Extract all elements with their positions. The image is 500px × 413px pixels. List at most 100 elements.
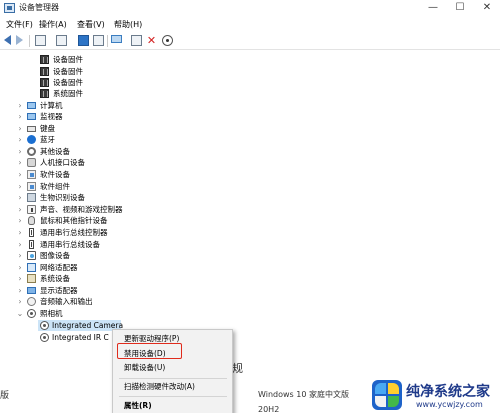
tree-category-label: 计算机	[40, 101, 63, 110]
tree-category-audio-io[interactable]: › 音频输入和输出	[0, 296, 200, 307]
forward-icon[interactable]	[16, 35, 23, 45]
tree-category-keyboards[interactable]: › 键盘	[0, 123, 200, 134]
watermark: 纯净系统之家 www.ycwjzy.com	[370, 378, 500, 413]
properties-icon[interactable]	[35, 35, 46, 46]
firmware-icon	[40, 89, 49, 98]
window-title: 设备管理器	[19, 3, 59, 12]
uninstall-icon[interactable]: ✕	[146, 35, 157, 46]
tree-category-system-devices[interactable]: › 系统设备	[0, 273, 200, 284]
device-tree: 设备固件 设备固件 设备固件 系统固件 › 计算机 › 监视器 › 键盘 › 蓝…	[0, 50, 500, 413]
tree-category-biometric[interactable]: › 生物识别设备	[0, 192, 200, 203]
highlight-box	[117, 343, 182, 359]
tree-category-label: 显示适配器	[40, 286, 78, 295]
mouse-icon	[28, 216, 35, 225]
menu-item-properties[interactable]: 属性(R)	[113, 399, 232, 413]
tree-category-label: 人机接口设备	[40, 158, 85, 167]
chevron-right-icon[interactable]: ›	[16, 123, 24, 134]
tree-category-sound-video-game[interactable]: › 声音、视频和游戏控制器	[0, 204, 200, 215]
firmware-icon	[40, 78, 49, 87]
tree-item-firmware[interactable]: 设备固件	[0, 66, 200, 77]
tree-category-software-components[interactable]: › 软件组件	[0, 181, 200, 192]
hid-icon	[27, 158, 36, 167]
chevron-right-icon[interactable]: ›	[16, 239, 24, 250]
toolbar: ✕	[0, 32, 500, 50]
watermark-logo-icon	[372, 380, 402, 410]
camera-icon	[40, 321, 49, 330]
chevron-right-icon[interactable]: ›	[16, 285, 24, 296]
menu-help[interactable]: 帮助(H)	[114, 19, 142, 30]
tree-item-integrated-ir-camera[interactable]: Integrated IR C	[38, 332, 121, 343]
tree-category-label: 软件组件	[40, 182, 70, 191]
help-icon[interactable]	[78, 35, 89, 46]
menu-item-scan-hardware[interactable]: 扫描检测硬件改动(A)	[113, 380, 232, 394]
camera-icon	[40, 333, 49, 342]
tree-item-integrated-camera[interactable]: Integrated Camera	[38, 320, 123, 331]
title-bar: 设备管理器 — ☐ ✕	[0, 0, 500, 17]
toolbar-separator	[29, 35, 30, 47]
software-device-icon	[27, 170, 36, 179]
tree-item-system-firmware[interactable]: 系统固件	[0, 88, 200, 99]
back-icon[interactable]	[4, 35, 11, 45]
tree-category-hid[interactable]: › 人机接口设备	[0, 157, 200, 168]
tree-category-mice[interactable]: › 鼠标和其他指针设备	[0, 215, 200, 226]
menu-view[interactable]: 查看(V)	[77, 19, 105, 30]
imaging-device-icon	[27, 251, 36, 260]
keyboard-icon	[27, 126, 36, 132]
chevron-right-icon[interactable]: ›	[16, 134, 24, 145]
firmware-icon	[40, 67, 49, 76]
menu-item-uninstall-device[interactable]: 卸载设备(U)	[113, 361, 232, 375]
tree-category-usb-devices[interactable]: › 通用串行总线设备	[0, 239, 200, 250]
chevron-right-icon[interactable]: ›	[16, 169, 24, 180]
minimize-button[interactable]: —	[420, 0, 446, 15]
scan-monitor-icon[interactable]	[111, 35, 122, 43]
menu-file[interactable]: 文件(F)	[6, 19, 33, 30]
tree-category-display-adapters[interactable]: › 显示适配器	[0, 285, 200, 296]
chevron-down-icon[interactable]: ⌄	[16, 308, 24, 319]
details-icon[interactable]	[93, 35, 104, 46]
bluetooth-icon	[27, 135, 36, 144]
update-driver-icon[interactable]	[131, 35, 142, 46]
tree-category-network[interactable]: › 网络适配器	[0, 262, 200, 273]
chevron-right-icon[interactable]: ›	[16, 250, 24, 261]
chevron-right-icon[interactable]: ›	[16, 273, 24, 284]
tree-category-monitors[interactable]: › 监视器	[0, 111, 200, 122]
chevron-right-icon[interactable]: ›	[16, 262, 24, 273]
chevron-right-icon[interactable]: ›	[16, 100, 24, 111]
tree-category-label: 通用串行总线控制器	[40, 228, 108, 237]
tree-item-label: Integrated IR C	[52, 333, 109, 342]
chevron-right-icon[interactable]: ›	[16, 204, 24, 215]
system-device-icon	[27, 274, 36, 283]
tree-category-label: 鼠标和其他指针设备	[40, 216, 108, 225]
tree-item-label: 设备固件	[53, 55, 83, 64]
chevron-right-icon[interactable]: ›	[16, 215, 24, 226]
menu-action[interactable]: 操作(A)	[39, 19, 67, 30]
background-windows-edition: Windows 10 家庭中文版	[258, 390, 349, 399]
maximize-button[interactable]: ☐	[447, 0, 473, 15]
tree-category-other-devices[interactable]: › 其他设备	[0, 146, 200, 157]
enable-icon[interactable]	[162, 35, 173, 46]
tree-category-imaging[interactable]: › 图像设备	[0, 250, 200, 261]
camera-icon	[27, 309, 36, 318]
chevron-right-icon[interactable]: ›	[16, 181, 24, 192]
tree-category-bluetooth[interactable]: › 蓝牙	[0, 134, 200, 145]
chevron-right-icon[interactable]: ›	[16, 111, 24, 122]
display-adapter-icon	[27, 287, 36, 294]
tree-item-firmware[interactable]: 设备固件	[0, 77, 200, 88]
chevron-right-icon[interactable]: ›	[16, 227, 24, 238]
context-menu: 更新驱动程序(P) 禁用设备(D) 卸载设备(U) 扫描检测硬件改动(A) 属性…	[112, 329, 233, 413]
close-button[interactable]: ✕	[474, 0, 500, 15]
tree-category-computer[interactable]: › 计算机	[0, 100, 200, 111]
tree-category-usb-controllers[interactable]: › 通用串行总线控制器	[0, 227, 200, 238]
tree-category-cameras[interactable]: ⌄ 照相机	[0, 308, 200, 319]
tree-category-label: 声音、视频和游戏控制器	[40, 205, 123, 214]
tree-item-label: 系统固件	[53, 89, 83, 98]
chevron-right-icon[interactable]: ›	[16, 146, 24, 157]
tree-category-software-devices[interactable]: › 软件设备	[0, 169, 200, 180]
device-list-icon[interactable]	[56, 35, 67, 46]
chevron-right-icon[interactable]: ›	[16, 296, 24, 307]
tree-item-firmware[interactable]: 设备固件	[0, 54, 200, 65]
chevron-right-icon[interactable]: ›	[16, 192, 24, 203]
device-manager-icon	[4, 3, 15, 13]
chevron-right-icon[interactable]: ›	[16, 157, 24, 168]
background-text: 版	[0, 391, 10, 401]
